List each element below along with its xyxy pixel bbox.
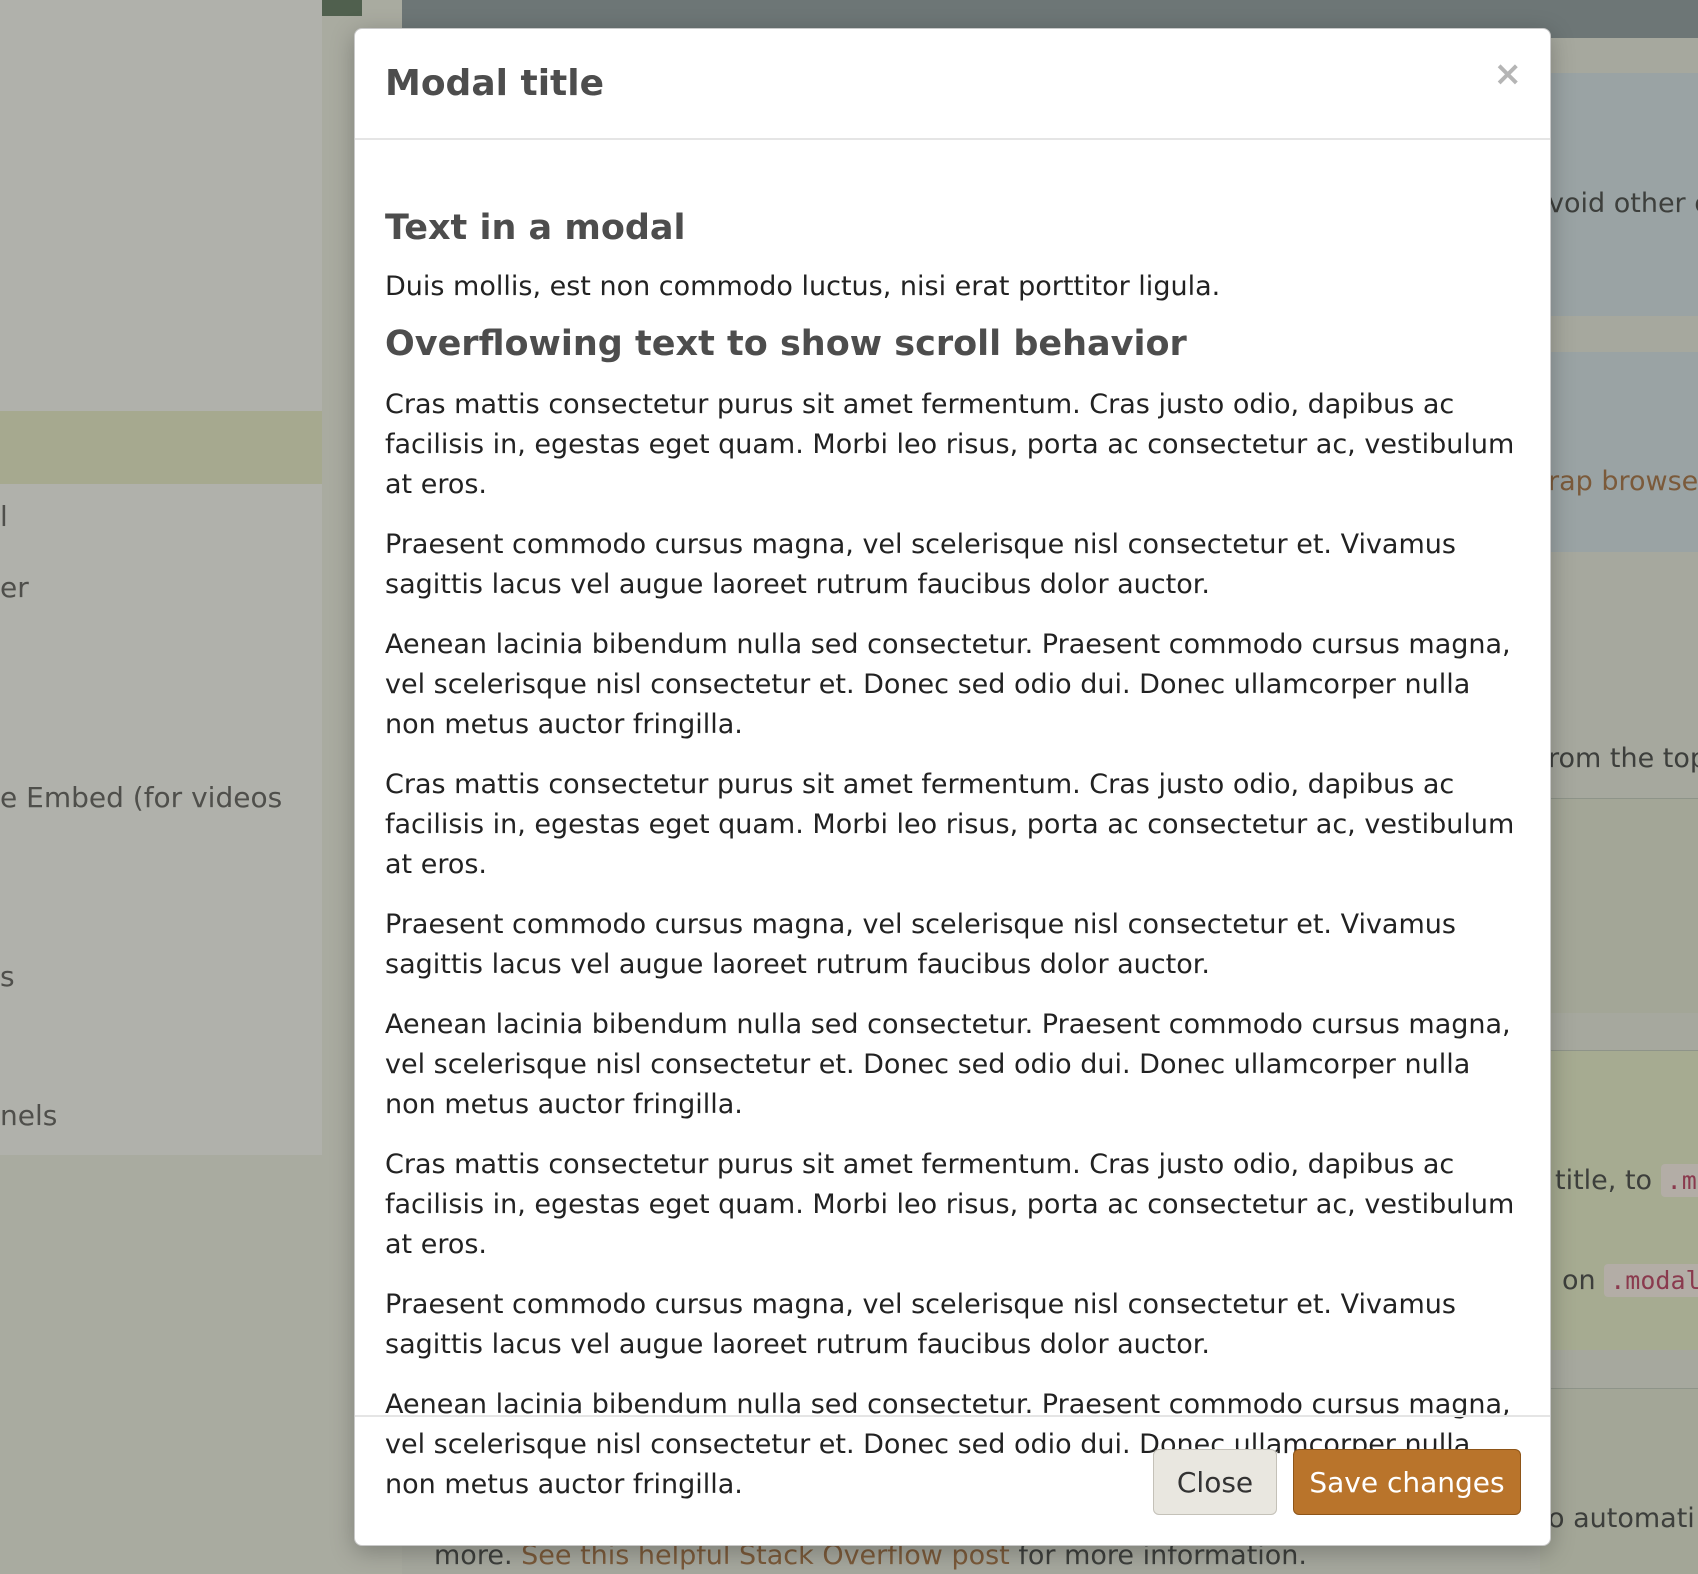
- body-paragraph: Aenean lacinia bibendum nulla sed consec…: [385, 1009, 1511, 1120]
- background-link: rap browse: [1548, 466, 1698, 497]
- close-icon[interactable]: ×: [1494, 57, 1523, 91]
- background-sidebar-item: s: [0, 960, 15, 993]
- background-sidebar: [0, 0, 322, 1155]
- modal-dialog: Modal title × Text in a modal Duis molli…: [354, 28, 1551, 1546]
- background-text: rom the top: [1548, 743, 1698, 774]
- background-text: on .modal: [1562, 1264, 1698, 1297]
- body-paragraph: Praesent commodo cursus magna, vel scele…: [385, 529, 1456, 600]
- background-sidebar-item: l: [0, 500, 8, 533]
- body-paragraph: Duis mollis, est non commodo luctus, nis…: [385, 271, 1221, 302]
- body-paragraph: Praesent commodo cursus magna, vel scele…: [385, 909, 1456, 980]
- background-sidebar-item: er: [0, 571, 29, 604]
- modal-header: Modal title ×: [355, 29, 1550, 140]
- background-text: o automati: [1548, 1503, 1695, 1534]
- body-paragraph: Cras mattis consectetur purus sit amet f…: [385, 1149, 1515, 1260]
- background-code: .modal: [1604, 1264, 1698, 1297]
- body-paragraph: Praesent commodo cursus magna, vel scele…: [385, 1289, 1456, 1360]
- body-heading: Text in a modal: [385, 208, 686, 248]
- background-text: void other c: [1548, 188, 1698, 219]
- background-panel: [1540, 798, 1698, 1013]
- background-code: .mo: [1660, 1164, 1698, 1197]
- body-paragraph: Aenean lacinia bibendum nulla sed consec…: [385, 629, 1511, 740]
- modal-footer: Close Save changes: [355, 1415, 1550, 1545]
- background-sidebar-active-item: [0, 411, 322, 484]
- background-text: title, to: [1555, 1165, 1653, 1196]
- save-changes-button[interactable]: Save changes: [1293, 1449, 1521, 1515]
- background-sidebar-item: nels: [0, 1099, 58, 1132]
- background-panel: [1540, 352, 1698, 552]
- background-thumbnail: [322, 0, 362, 16]
- background-text: title, to .mo: [1555, 1164, 1698, 1197]
- background-sidebar-item: e Embed (for videos: [0, 781, 283, 814]
- modal-body: Text in a modal Duis mollis, est non com…: [385, 207, 1525, 1505]
- body-paragraph: Cras mattis consectetur purus sit amet f…: [385, 769, 1515, 880]
- modal-title: Modal title: [385, 63, 605, 104]
- background-text: on: [1562, 1265, 1596, 1296]
- background-panel: [1540, 1388, 1698, 1574]
- close-button[interactable]: Close: [1153, 1449, 1277, 1515]
- body-paragraph: Cras mattis consectetur purus sit amet f…: [385, 389, 1515, 500]
- body-heading: Overflowing text to show scroll behavior: [385, 324, 1187, 364]
- background-panel: [1540, 1050, 1698, 1350]
